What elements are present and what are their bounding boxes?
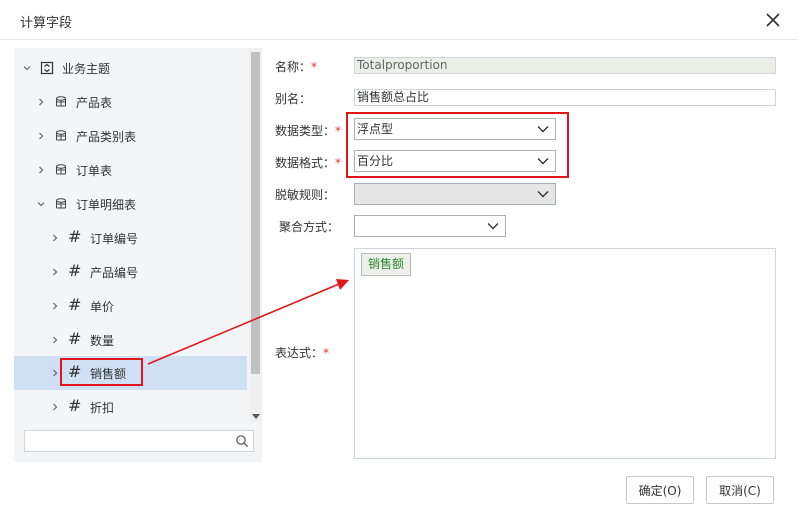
tree-node-label: 订单编号 <box>90 231 139 246</box>
chevron-down-icon[interactable] <box>36 199 46 209</box>
dialog-titlebar: 计算字段 <box>0 0 797 40</box>
chevron-right-icon[interactable] <box>50 402 60 412</box>
expression-editor[interactable]: 销售额 <box>354 248 776 459</box>
chevron-down-icon <box>487 223 499 230</box>
table-icon <box>54 129 68 143</box>
close-icon <box>766 13 780 27</box>
alias-label: 别名： <box>275 92 312 106</box>
cancel-button[interactable]: 取消(C) <box>706 476 774 504</box>
expression-label: 表达式：* <box>275 346 330 360</box>
masking-rule-label: 脱敏规则： <box>275 188 336 202</box>
search-icon[interactable] <box>235 434 249 448</box>
aggregation-select[interactable] <box>354 215 506 237</box>
chevron-right-icon[interactable] <box>36 97 46 107</box>
tree-node-table[interactable]: 产品类别表 <box>14 120 247 152</box>
chevron-right-icon[interactable] <box>36 131 46 141</box>
tree-node-field[interactable]: # 单价 <box>14 290 247 322</box>
tree-node-label: 业务主题 <box>62 61 111 76</box>
tree-search-input[interactable] <box>27 432 235 450</box>
alias-input[interactable]: 销售额总占比 <box>354 89 776 106</box>
tree-node-field[interactable]: # 数量 <box>14 324 247 356</box>
numeric-field-icon: # <box>68 227 82 246</box>
expression-field-token[interactable]: 销售额 <box>361 253 412 276</box>
table-icon <box>54 197 68 211</box>
chevron-right-icon[interactable] <box>36 165 46 175</box>
numeric-field-icon: # <box>68 396 82 415</box>
subject-icon <box>40 61 54 75</box>
name-input[interactable]: Totalproportion <box>354 57 776 74</box>
dialog-title: 计算字段 <box>20 16 73 31</box>
tree-node-table-expanded[interactable]: 订单明细表 <box>14 188 247 220</box>
scrollbar-thumb[interactable] <box>251 52 260 374</box>
numeric-field-icon: # <box>68 329 82 348</box>
tree-node-label: 产品编号 <box>90 265 139 280</box>
chevron-right-icon[interactable] <box>50 335 60 345</box>
tree-node-label: 产品表 <box>76 95 113 110</box>
tree-node-table[interactable]: 产品表 <box>14 86 247 118</box>
chevron-down-icon[interactable] <box>22 63 32 73</box>
tree-node-label: 订单明细表 <box>76 197 137 212</box>
tree-node-label: 数量 <box>90 333 115 348</box>
chevron-right-icon[interactable] <box>50 301 60 311</box>
masking-rule-select[interactable] <box>354 183 556 205</box>
tree-node-label: 单价 <box>90 299 115 314</box>
table-icon <box>54 95 68 109</box>
chevron-right-icon[interactable] <box>50 267 60 277</box>
data-format-label: 数据格式：* <box>275 156 342 170</box>
numeric-field-icon: # <box>68 261 82 280</box>
tree-node-field[interactable]: # 订单编号 <box>14 222 247 254</box>
tree-node-label: 折扣 <box>90 400 115 415</box>
close-button[interactable] <box>761 8 785 32</box>
tree-node-field[interactable]: # 折扣 <box>14 391 247 421</box>
ok-button[interactable]: 确定(O) <box>626 476 694 504</box>
tree-node-table[interactable]: 订单表 <box>14 154 247 186</box>
chevron-right-icon[interactable] <box>50 368 60 378</box>
numeric-field-icon: # <box>68 295 82 314</box>
data-type-label: 数据类型：* <box>275 124 342 138</box>
chevron-right-icon[interactable] <box>50 233 60 243</box>
tree-node-root[interactable]: 业务主题 <box>14 52 247 84</box>
scroll-down-arrow-icon[interactable] <box>252 414 260 419</box>
aggregation-label: 聚合方式： <box>279 220 340 234</box>
name-label: 名称：* <box>275 60 318 74</box>
tree-node-field[interactable]: # 产品编号 <box>14 256 247 288</box>
tree-node-label: 产品类别表 <box>76 129 137 144</box>
type-format-highlight <box>346 112 569 178</box>
tree-search-box[interactable] <box>24 430 254 452</box>
chevron-down-icon <box>537 191 549 198</box>
tree-scrollbar[interactable] <box>249 48 262 421</box>
field-tree-panel: 业务主题 产品表 产品类别表 订单表 订单明细表 # 订单编号 # 产品编号 #… <box>14 48 262 462</box>
selected-field-highlight <box>60 358 143 386</box>
tree-node-label: 订单表 <box>76 163 113 178</box>
table-icon <box>54 163 68 177</box>
calculated-field-dialog: 计算字段 业务主题 产品表 产品类别表 订单表 订单明细表 # 订单编号 # 产… <box>0 0 797 515</box>
